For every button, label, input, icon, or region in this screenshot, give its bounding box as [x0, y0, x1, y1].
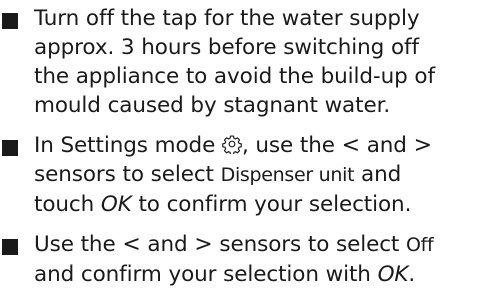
text-fragment: and — [359, 133, 414, 158]
text-line: Use the < and > sensors to select Off — [34, 230, 485, 260]
less-than-symbol: < — [341, 133, 360, 158]
text-line: Turn off the tap for the water supply — [34, 6, 420, 31]
text-fragment: . — [408, 262, 416, 287]
gear-icon — [222, 135, 242, 154]
text-fragment: touch — [34, 192, 101, 217]
square-bullet-icon — [2, 13, 18, 29]
text-fragment: and — [140, 232, 195, 257]
text-fragment: In Settings mode — [34, 133, 222, 158]
text-fragment: sensors to select — [212, 232, 406, 257]
ok-label: OK — [100, 192, 132, 217]
text-line: and confirm your selection with OK. — [34, 260, 485, 289]
less-than-symbol: < — [122, 232, 141, 257]
list-item: Turn off the tap for the water supply ap… — [0, 4, 485, 120]
ui-label-off: Off — [406, 234, 434, 256]
text-line: sensors to select Dispenser unit and — [34, 160, 485, 190]
text-line: the appliance to avoid the build-up of — [34, 64, 435, 89]
list-item: In Settings mode , use the < and > senso… — [0, 131, 485, 219]
text-fragment: and — [354, 162, 402, 187]
text-line: approx. 3 hours before switching off — [34, 35, 419, 60]
text-line: In Settings mode , use the < and > — [34, 131, 485, 160]
square-bullet-icon — [2, 239, 18, 255]
greater-than-symbol: > — [194, 232, 213, 257]
text-fragment: , use the — [241, 133, 342, 158]
instruction-list: Turn off the tap for the water supply ap… — [0, 4, 485, 289]
text-line: mould caused by stagnant water. — [34, 93, 391, 118]
text-fragment: to confirm your selection. — [131, 192, 412, 217]
list-item: Use the < and > sensors to select Off an… — [0, 230, 485, 289]
text-line: touch OK to confirm your selection. — [34, 190, 485, 219]
text-fragment: Use the — [34, 232, 123, 257]
square-bullet-icon — [2, 140, 18, 156]
text-fragment: and confirm your selection with — [34, 262, 378, 287]
text-fragment: sensors to select — [34, 162, 221, 187]
ok-label: OK — [377, 262, 409, 287]
ui-label-dispenser-unit: Dispenser unit — [220, 164, 355, 186]
greater-than-symbol: > — [413, 133, 432, 158]
